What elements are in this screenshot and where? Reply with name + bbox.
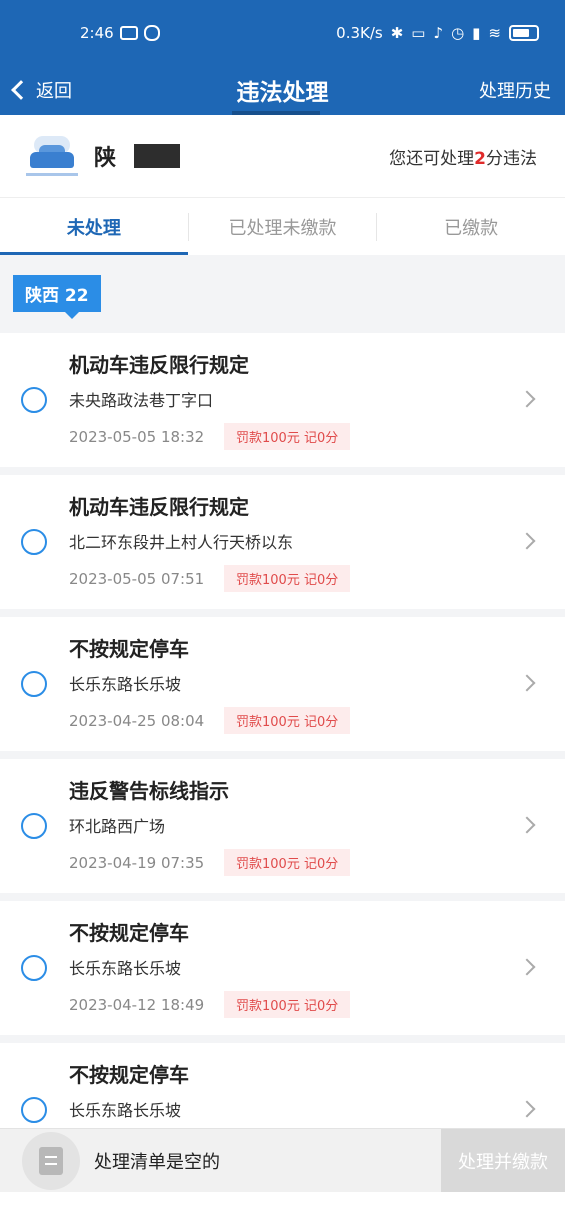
region-area: 陕西 22 xyxy=(0,255,565,333)
violation-location: 长乐东路长乐坡 xyxy=(69,959,182,978)
fine-badge: 罚款100元 记0分 xyxy=(224,423,351,450)
app-notification-icon xyxy=(143,24,160,41)
violation-title: 违反警告标线指示 xyxy=(69,779,229,803)
car-icon xyxy=(26,134,78,178)
chevron-right-icon xyxy=(518,1100,536,1118)
violation-title: 不按规定停车 xyxy=(69,637,189,661)
back-label: 返回 xyxy=(36,81,72,102)
wifi-icon: ≋ xyxy=(488,23,501,42)
violation-location: 环北路西广场 xyxy=(69,817,166,836)
plate-redaction xyxy=(134,144,181,168)
tab-processed-unpaid[interactable]: 已处理未缴款 xyxy=(189,198,377,255)
tab-unprocessed[interactable]: 未处理 xyxy=(0,198,188,255)
remaining-prefix: 您还可处理 xyxy=(389,148,475,169)
remaining-suffix: 分违法 xyxy=(486,148,537,169)
region-chip[interactable]: 陕西 22 xyxy=(13,275,101,319)
vehicle-row: 陕 您还可处理2分违法 xyxy=(0,115,565,197)
nav-bar: 返回 违法处理 处理历史 xyxy=(0,65,565,115)
violation-title: 机动车违反限行规定 xyxy=(69,495,249,519)
violation-item[interactable]: 违反警告标线指示 环北路西广场 2023-04-19 07:35 罚款100元 … xyxy=(0,759,565,893)
system-nav-area xyxy=(0,1192,565,1215)
select-radio[interactable] xyxy=(21,955,47,981)
back-button[interactable]: 返回 xyxy=(11,77,72,103)
network-speed: 0.3K/s xyxy=(336,23,383,42)
chevron-right-icon xyxy=(518,390,536,408)
list-icon[interactable] xyxy=(22,1131,80,1190)
fine-badge: 罚款100元 记0分 xyxy=(224,849,351,876)
bottom-bar: 处理清单是空的 处理并缴款 xyxy=(0,1128,565,1193)
bluetooth-icon: ✱ xyxy=(390,23,404,42)
chevron-right-icon xyxy=(518,532,536,550)
fine-badge: 罚款100元 记0分 xyxy=(224,565,351,592)
select-radio[interactable] xyxy=(21,671,47,697)
plate-prefix: 陕 xyxy=(94,146,117,171)
violation-location: 长乐东路长乐坡 xyxy=(69,1101,182,1120)
header: 2:46 0.3K/s ✱ ▭ ♪ ◷ ▮ ≋ 返回 违法处理 处理历史 xyxy=(0,0,565,115)
chevron-left-icon xyxy=(11,80,31,100)
fine-badge: 罚款100元 记0分 xyxy=(224,707,351,734)
select-radio[interactable] xyxy=(21,813,47,839)
chevron-right-icon xyxy=(518,958,536,976)
chevron-right-icon xyxy=(518,674,536,692)
mute-icon: ♪ xyxy=(433,23,444,42)
process-and-pay-button[interactable]: 处理并缴款 xyxy=(441,1128,565,1193)
violation-location: 北二环东段井上村人行天桥以东 xyxy=(69,533,294,552)
remaining-points: 您还可处理2分违法 xyxy=(389,144,537,169)
tab-bar: 未处理 已处理未缴款 已缴款 xyxy=(0,197,565,255)
battery-icon xyxy=(509,24,539,41)
tab-paid[interactable]: 已缴款 xyxy=(377,198,565,255)
alarm-icon: ◷ xyxy=(451,23,465,42)
select-radio[interactable] xyxy=(21,387,47,413)
violation-location: 长乐东路长乐坡 xyxy=(69,675,182,694)
select-radio[interactable] xyxy=(21,529,47,555)
vibrate-icon: ▭ xyxy=(411,23,426,42)
remaining-count: 2 xyxy=(474,148,486,169)
violation-item[interactable]: 机动车违反限行规定 北二环东段井上村人行天桥以东 2023-05-05 07:5… xyxy=(0,475,565,609)
fine-badge: 罚款100元 记0分 xyxy=(224,991,351,1018)
violation-title: 不按规定停车 xyxy=(69,921,189,945)
violation-title: 不按规定停车 xyxy=(69,1063,189,1087)
violation-item[interactable]: 不按规定停车 长乐东路长乐坡 2023-04-25 08:04 罚款100元 记… xyxy=(0,617,565,751)
app-notification-icon xyxy=(119,25,138,40)
violation-item[interactable]: 不按规定停车 长乐东路长乐坡 2023-04-12 18:49 罚款100元 记… xyxy=(0,901,565,1035)
violation-location: 未央路政法巷丁字口 xyxy=(69,391,214,410)
select-radio[interactable] xyxy=(21,1097,47,1123)
history-button[interactable]: 处理历史 xyxy=(479,77,551,103)
violation-datetime: 2023-04-19 07:35 xyxy=(69,854,205,872)
violation-item[interactable]: 机动车违反限行规定 未央路政法巷丁字口 2023-05-05 18:32 罚款1… xyxy=(0,333,565,467)
status-bar: 2:46 0.3K/s ✱ ▭ ♪ ◷ ▮ ≋ xyxy=(0,0,565,65)
signal-icon: ▮ xyxy=(472,23,481,42)
chevron-right-icon xyxy=(518,816,536,834)
empty-list-text: 处理清单是空的 xyxy=(94,1151,220,1173)
violation-datetime: 2023-04-25 08:04 xyxy=(69,712,205,730)
title-underline xyxy=(232,111,320,115)
violation-datetime: 2023-05-05 18:32 xyxy=(69,428,205,446)
violation-list: 机动车违反限行规定 未央路政法巷丁字口 2023-05-05 18:32 罚款1… xyxy=(0,333,565,1177)
violation-datetime: 2023-04-12 18:49 xyxy=(69,996,205,1014)
status-time: 2:46 xyxy=(80,23,114,42)
violation-datetime: 2023-05-05 07:51 xyxy=(69,570,205,588)
violation-title: 机动车违反限行规定 xyxy=(69,353,249,377)
